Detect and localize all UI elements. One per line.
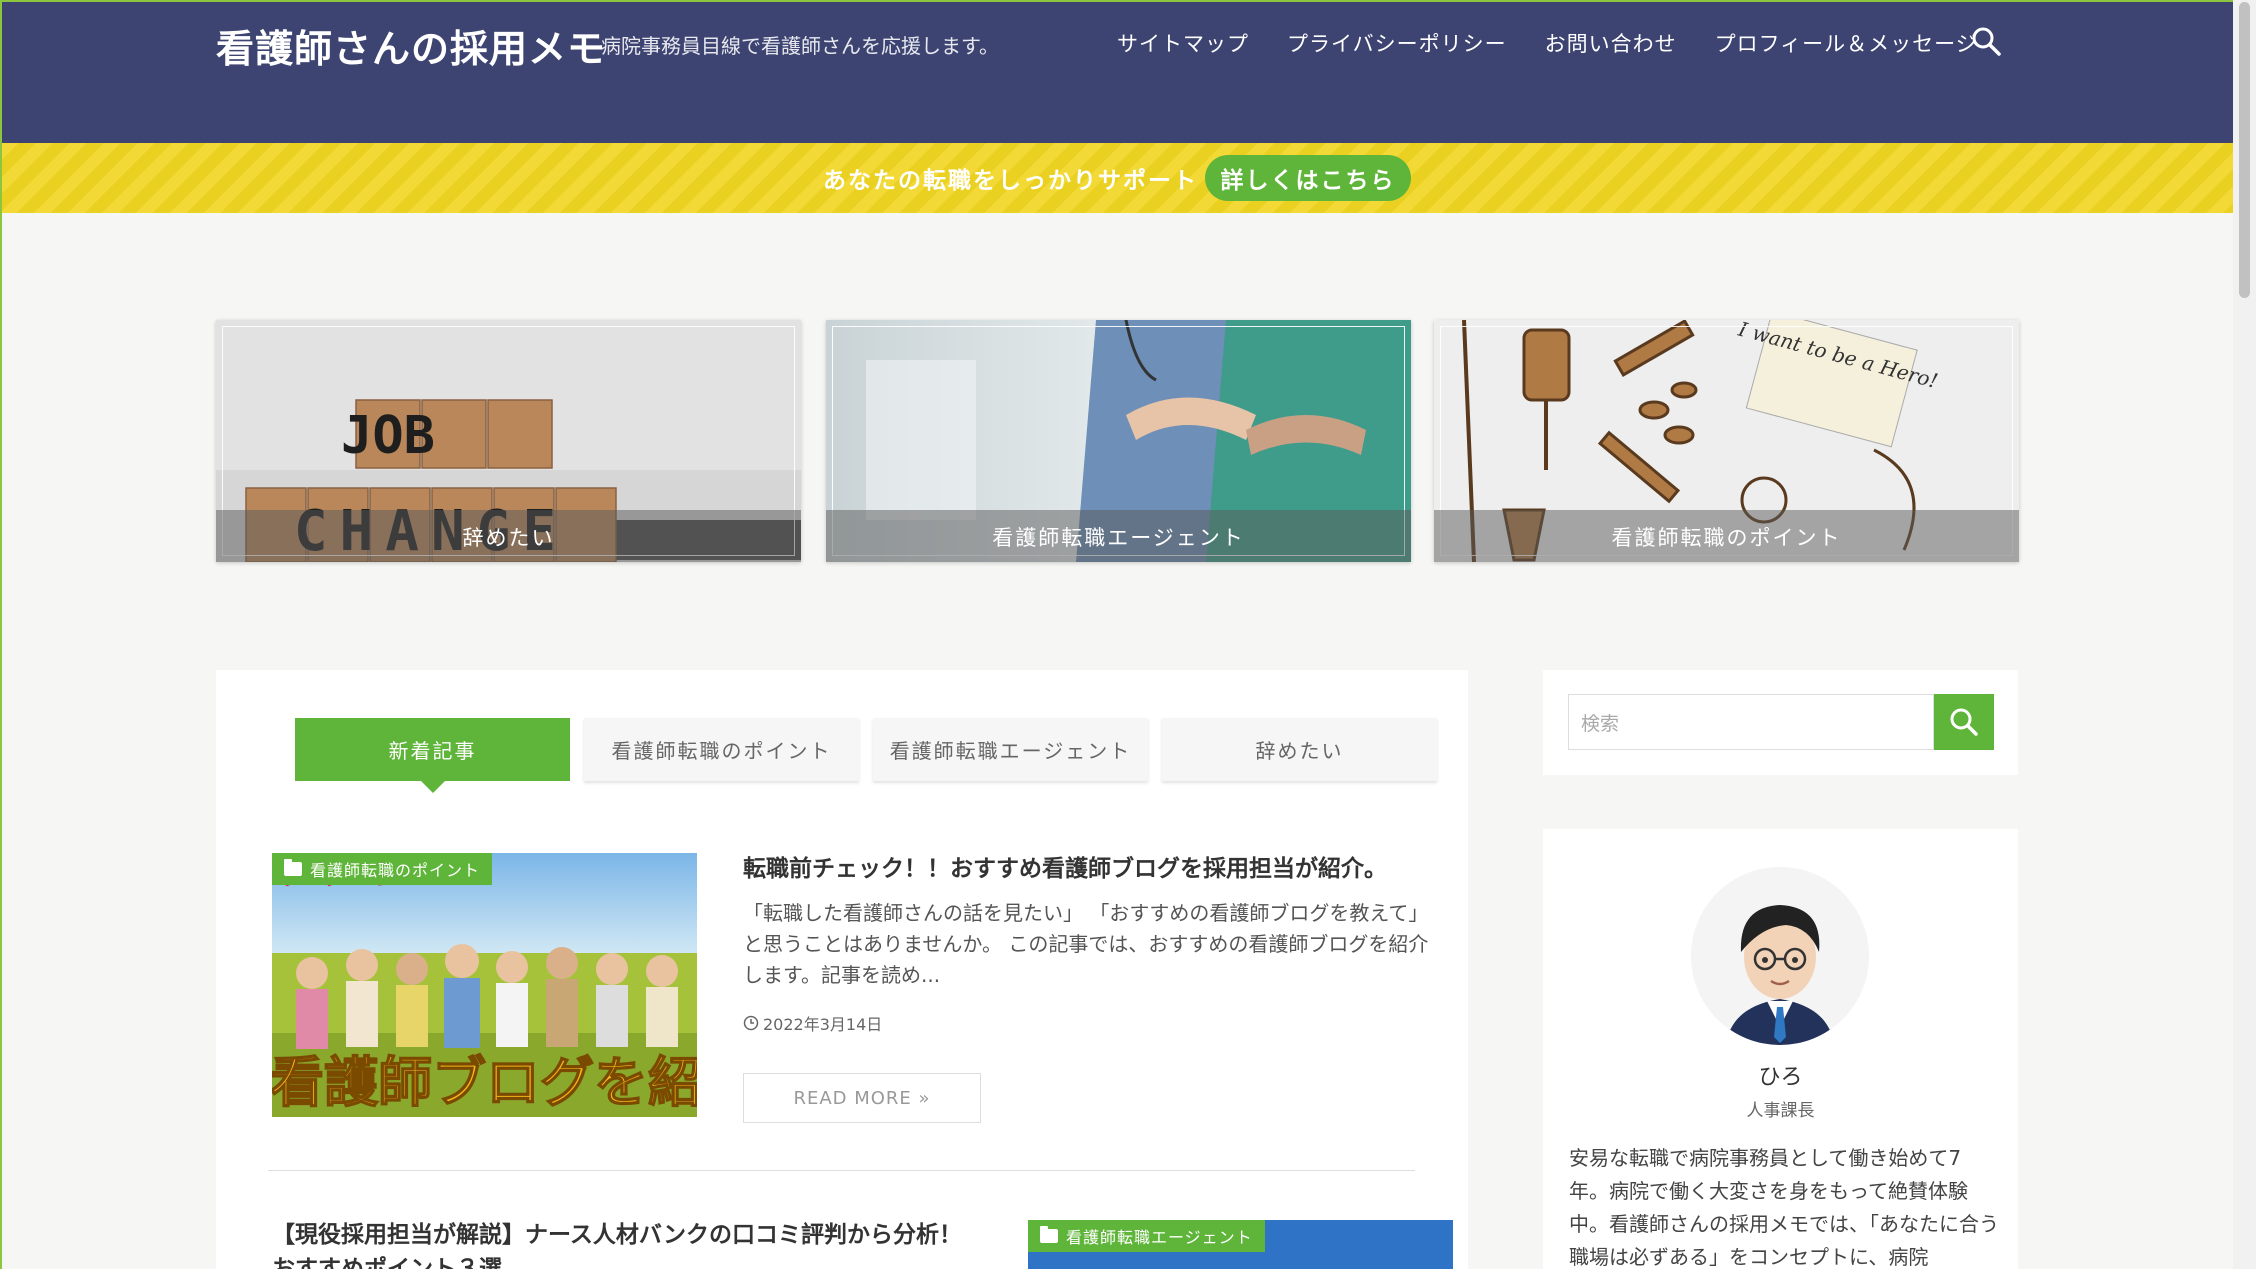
banner-text: あなたの転職をしっかりサポート [823, 168, 1198, 194]
category-label: 看護師転職のポイント [1611, 526, 1842, 550]
avatar [1691, 867, 1869, 1045]
nav-contact[interactable]: お問い合わせ [1545, 28, 1677, 58]
folder-icon [1040, 1226, 1058, 1243]
nav-profile[interactable]: プロフィール＆メッセージ [1715, 28, 1978, 58]
post-category-label[interactable]: 看護師転職エージェント [1028, 1220, 1265, 1252]
read-more-button[interactable]: READ MORE » [743, 1073, 981, 1123]
article-tabs: 新着記事 看護師転職のポイント 看護師転職エージェント 辞めたい [295, 718, 1437, 793]
post-divider [268, 1170, 1415, 1171]
banner-details-button[interactable]: 詳しくはこちら [1205, 155, 1411, 201]
category-label: 辞めたい [462, 526, 555, 550]
category-card-agent[interactable]: 看護師転職エージェント [826, 320, 1411, 562]
category-card-quit[interactable]: JOB CHANGE 辞めたい [216, 320, 801, 562]
category-label: 看護師転職エージェント [992, 526, 1245, 550]
card-caption: 看護師転職のポイント [1434, 510, 2019, 562]
profile-text: 安易な転職で病院事務員として働き始めて7年。病院で働く大変さを身をもって絶賛体験… [1569, 1146, 1999, 1269]
site-header: 看護師さんの採用メモ 病院事務員目線で看護師さんを応援します。 サイトマップ プ… [2, 2, 2233, 143]
search-icon [1950, 708, 1978, 736]
profile-role: 人事課長 [1746, 1101, 1815, 1121]
scrollbar-thumb[interactable] [2239, 2, 2250, 298]
main-content: 新着記事 看護師転職のポイント 看護師転職エージェント 辞めたい 看護師ブログを… [216, 670, 1468, 1269]
search-submit-button[interactable] [1934, 694, 1994, 750]
page-frame: 看護師さんの採用メモ 病院事務員目線で看護師さんを応援します。 サイトマップ プ… [0, 0, 2233, 1269]
global-nav: サイトマップ プライバシーポリシー お問い合わせ プロフィール＆メッセージ [1117, 28, 1978, 58]
tab-nursing-job-agent[interactable]: 看護師転職エージェント [873, 718, 1148, 781]
folder-icon [284, 859, 302, 876]
card-caption: 看護師転職エージェント [826, 510, 1411, 562]
site-description: 病院事務員目線で看護師さんを応援します。 [601, 34, 999, 58]
post-date: 2022年3月14日 [743, 1011, 882, 1035]
profile-name: ひろ [1758, 1065, 1803, 1090]
nav-privacy-policy[interactable]: プライバシーポリシー [1287, 28, 1507, 58]
profile-widget: ひろ 人事課長 安易な転職で病院事務員として働き始めて7年。病院で働く大変さを身… [1543, 829, 2018, 1269]
nav-sitemap[interactable]: サイトマップ [1117, 28, 1249, 58]
sidebar-search-widget: 検索 [1543, 670, 2018, 775]
support-banner: あなたの転職をしっかりサポート 詳しくはこちら [2, 143, 2233, 213]
kids-in-field-image: すすめ 看護師ブログを紹介 [272, 853, 697, 1117]
site-title[interactable]: 看護師さんの採用メモ [216, 18, 606, 73]
search-icon[interactable] [1969, 24, 2005, 60]
post-category-label[interactable]: 看護師転職のポイント [272, 853, 493, 885]
tab-quit[interactable]: 辞めたい [1162, 718, 1437, 781]
tab-nursing-job-points[interactable]: 看護師転職のポイント [584, 718, 859, 781]
post-title[interactable]: 転職前チェック！！おすすめ看護師ブログを採用担当が紹介。 [743, 852, 1443, 886]
clock-icon [743, 1015, 759, 1031]
post-title[interactable]: 【現役採用担当が解説】ナース人材バンクの口コミ評判から分析！おすすめポイント３選 [272, 1218, 972, 1269]
thumb-overlay-text: 看護師ブログを紹介 [272, 1051, 697, 1114]
tab-new-articles[interactable]: 新着記事 [295, 718, 570, 793]
post-thumbnail[interactable]: すすめ 看護師ブログを紹介 看護師転職のポイント [272, 853, 697, 1117]
card-caption: 辞めたい [216, 510, 801, 562]
post-excerpt: 「転職した看護師さんの話を見たい」 「おすすめの看護師ブログを教えて」 と思うこ… [743, 901, 1429, 987]
page-scrollbar[interactable] [2233, 0, 2256, 1269]
search-input[interactable]: 検索 [1568, 694, 1934, 750]
category-card-points[interactable]: I want to be a Hero! 看護師転職のポイント [1434, 320, 2019, 562]
post-thumbnail[interactable]: 看護師転職エージェント [1028, 1220, 1453, 1269]
